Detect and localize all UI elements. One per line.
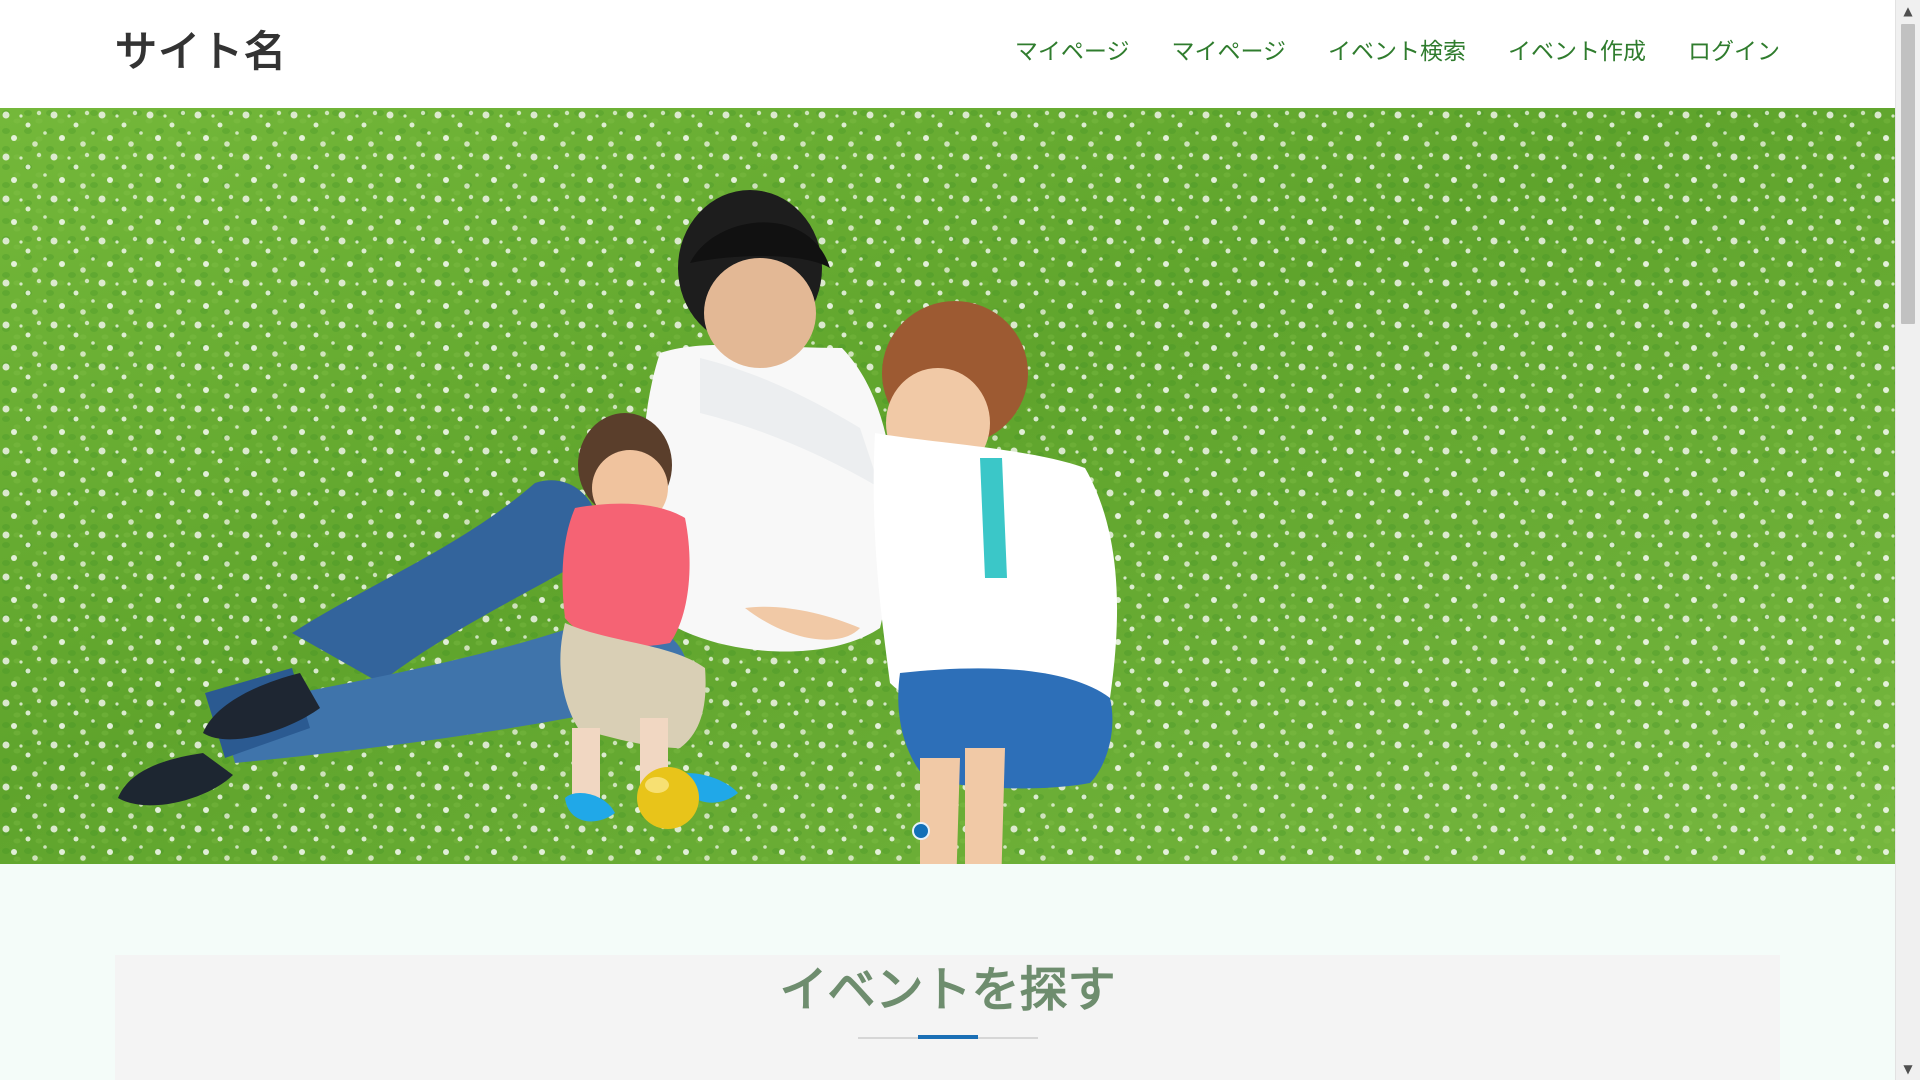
nav-login[interactable]: ログイン	[1688, 30, 1780, 74]
scrollbar-thumb[interactable]	[1901, 24, 1915, 324]
nav-mypage-2[interactable]: マイページ	[1171, 30, 1286, 74]
section-heading: イベントを探す	[779, 962, 1116, 1018]
page: サイト名 マイページ マイページ イベント検索 イベント作成 ログイン イベント…	[0, 0, 1920, 1080]
carousel-indicator[interactable]	[912, 822, 930, 840]
main-nav: マイページ マイページ イベント検索 イベント作成 ログイン	[973, 30, 1780, 74]
nav-mypage-1[interactable]: マイページ	[1015, 30, 1130, 74]
site-name[interactable]: サイト名	[115, 22, 287, 82]
scroll-down-icon[interactable]: ▼	[1896, 1058, 1920, 1080]
hero-image	[0, 108, 1895, 864]
hero-carousel	[0, 108, 1895, 864]
nav-event-search[interactable]: イベント検索	[1328, 30, 1466, 74]
heading-accent-bar	[918, 1035, 978, 1039]
page-content: サイト名 マイページ マイページ イベント検索 イベント作成 ログイン イベント…	[0, 0, 1895, 1080]
site-header: サイト名 マイページ マイページ イベント検索 イベント作成 ログイン	[0, 0, 1895, 108]
nav-event-create[interactable]: イベント作成	[1508, 30, 1646, 74]
event-search-section: イベントを探す	[115, 955, 1780, 1080]
vertical-scrollbar[interactable]: ▲ ▼	[1895, 0, 1920, 1080]
scroll-up-icon[interactable]: ▲	[1896, 0, 1920, 22]
